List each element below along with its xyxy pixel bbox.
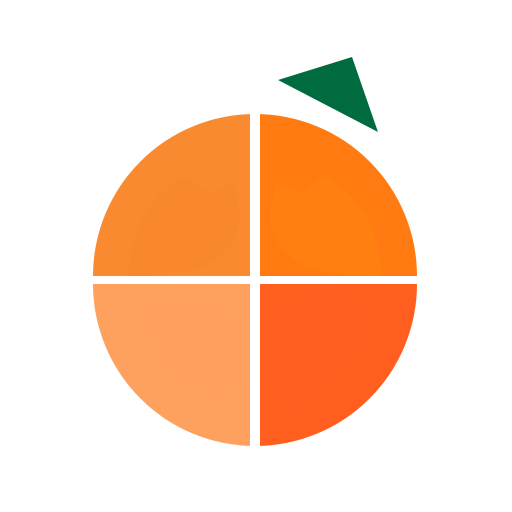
logo-canvas — [0, 0, 512, 512]
horizontal-divider — [80, 276, 430, 284]
orange-fruit-logo-icon — [80, 57, 430, 460]
